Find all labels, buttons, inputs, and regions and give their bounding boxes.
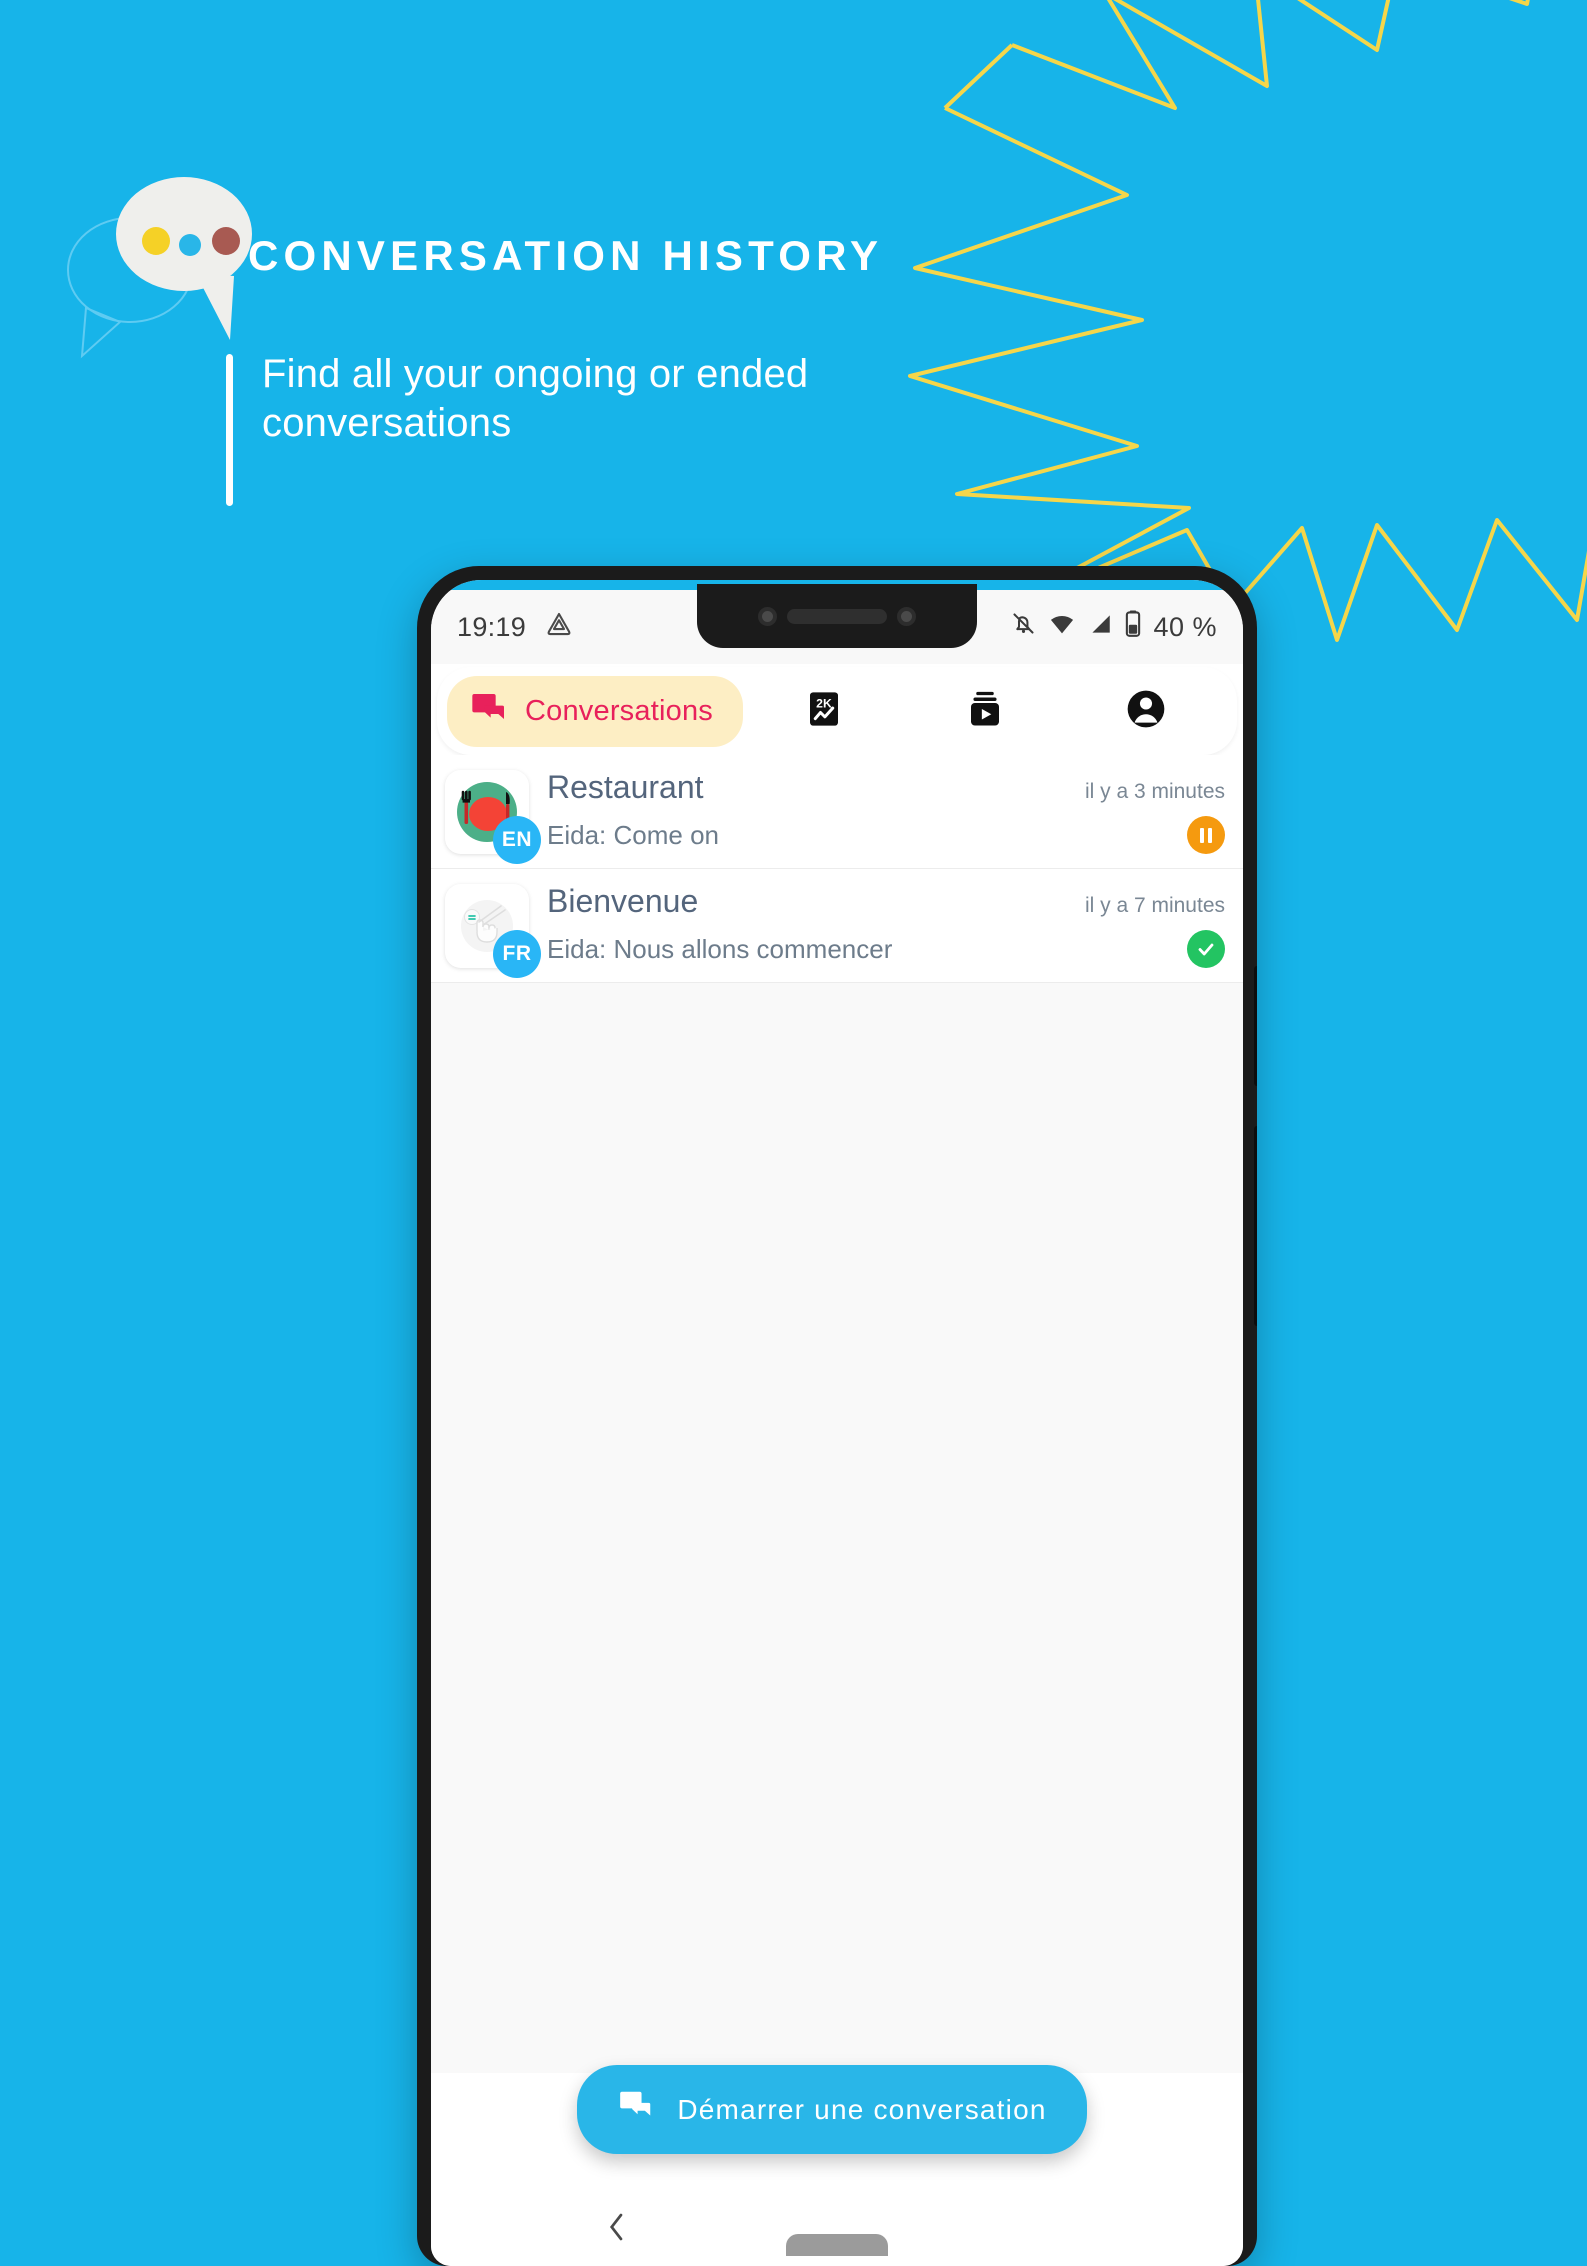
phone-screen: 19:19 40 % Conversations 2K EN Restauran… bbox=[431, 580, 1243, 2266]
drive-triangle-icon bbox=[544, 609, 574, 646]
android-nav-bar bbox=[431, 2180, 1243, 2266]
tab-conversations-label: Conversations bbox=[525, 694, 713, 727]
battery-percent: 40 % bbox=[1153, 611, 1217, 642]
chat-bubbles-icon bbox=[617, 2087, 655, 2132]
speech-bubble-icon bbox=[38, 150, 258, 360]
pause-icon bbox=[1200, 827, 1204, 843]
tab-conversations[interactable]: Conversations bbox=[447, 675, 743, 747]
conversation-time: il y a 3 minutes bbox=[1084, 780, 1225, 803]
start-conversation-label: Démarrer une conversation bbox=[677, 2093, 1047, 2125]
conversation-list: EN Restaurant il y a 3 minutes Eida: Com… bbox=[431, 755, 1243, 2073]
avatar: FR bbox=[445, 883, 541, 978]
bell-muted-icon bbox=[1010, 610, 1037, 644]
conversation-content: Restaurant il y a 3 minutes Eida: Come o… bbox=[547, 769, 1225, 854]
fab-container: Démarrer une conversation bbox=[431, 2065, 1243, 2154]
tab-account[interactable] bbox=[1066, 687, 1227, 736]
avatar: EN bbox=[445, 769, 541, 864]
tab-video-library[interactable] bbox=[904, 688, 1065, 735]
back-chevron-icon[interactable] bbox=[605, 2211, 629, 2250]
status-bar-left: 19:19 bbox=[457, 609, 574, 646]
status-badge-paused bbox=[1187, 816, 1225, 854]
earpiece-speaker bbox=[787, 608, 887, 624]
hero-subtitle: Find all your ongoing or ended conversat… bbox=[262, 352, 809, 445]
status-badge-ended bbox=[1187, 930, 1225, 968]
wifi-icon bbox=[1048, 610, 1076, 645]
battery-icon bbox=[1124, 610, 1142, 644]
conversation-title: Restaurant bbox=[547, 769, 704, 805]
analytics-2k-icon: 2K bbox=[803, 688, 845, 735]
language-badge: EN bbox=[493, 815, 541, 864]
chat-bubbles-icon bbox=[469, 689, 509, 734]
phone-notch bbox=[697, 584, 977, 648]
phone-side-button bbox=[1254, 966, 1257, 1086]
conversation-row[interactable]: EN Restaurant il y a 3 minutes Eida: Com… bbox=[431, 755, 1243, 869]
language-badge: FR bbox=[493, 929, 541, 978]
status-bar: 19:19 40 % bbox=[431, 584, 1243, 664]
hero-subtitle-block: Find all your ongoing or ended conversat… bbox=[226, 350, 1022, 506]
tab-analytics[interactable]: 2K bbox=[743, 688, 904, 735]
front-camera-secondary-icon bbox=[897, 606, 916, 626]
conversation-title: Bienvenue bbox=[547, 883, 699, 919]
svg-text:2K: 2K bbox=[816, 696, 832, 710]
phone-mockup: 19:19 40 % Conversations 2K EN Restauran… bbox=[417, 566, 1257, 2266]
front-camera-icon bbox=[758, 606, 777, 626]
conversation-content: Bienvenue il y a 7 minutes Eida: Nous al… bbox=[547, 883, 1225, 968]
conversation-row[interactable]: FR Bienvenue il y a 7 minutes Eida: Nous… bbox=[431, 869, 1243, 983]
phone-volume-button bbox=[1254, 1126, 1257, 1326]
subtitle-accent-bar bbox=[226, 354, 233, 506]
home-pill-icon[interactable] bbox=[786, 2234, 888, 2256]
check-icon bbox=[1198, 943, 1214, 956]
conversation-time: il y a 7 minutes bbox=[1084, 894, 1225, 917]
page-title: CONVERSATION HISTORY bbox=[248, 232, 884, 279]
tab-bar: Conversations 2K bbox=[437, 667, 1237, 755]
conversation-snippet: Eida: Nous allons commencer bbox=[547, 933, 893, 964]
conversation-snippet: Eida: Come on bbox=[547, 819, 719, 850]
signal-icon bbox=[1087, 611, 1113, 644]
account-circle-icon bbox=[1124, 687, 1168, 736]
status-bar-right: 40 % bbox=[1010, 610, 1217, 645]
video-library-icon bbox=[964, 688, 1006, 735]
list-empty-area bbox=[431, 983, 1243, 2073]
start-conversation-button[interactable]: Démarrer une conversation bbox=[577, 2065, 1087, 2154]
status-time: 19:19 bbox=[457, 611, 527, 642]
